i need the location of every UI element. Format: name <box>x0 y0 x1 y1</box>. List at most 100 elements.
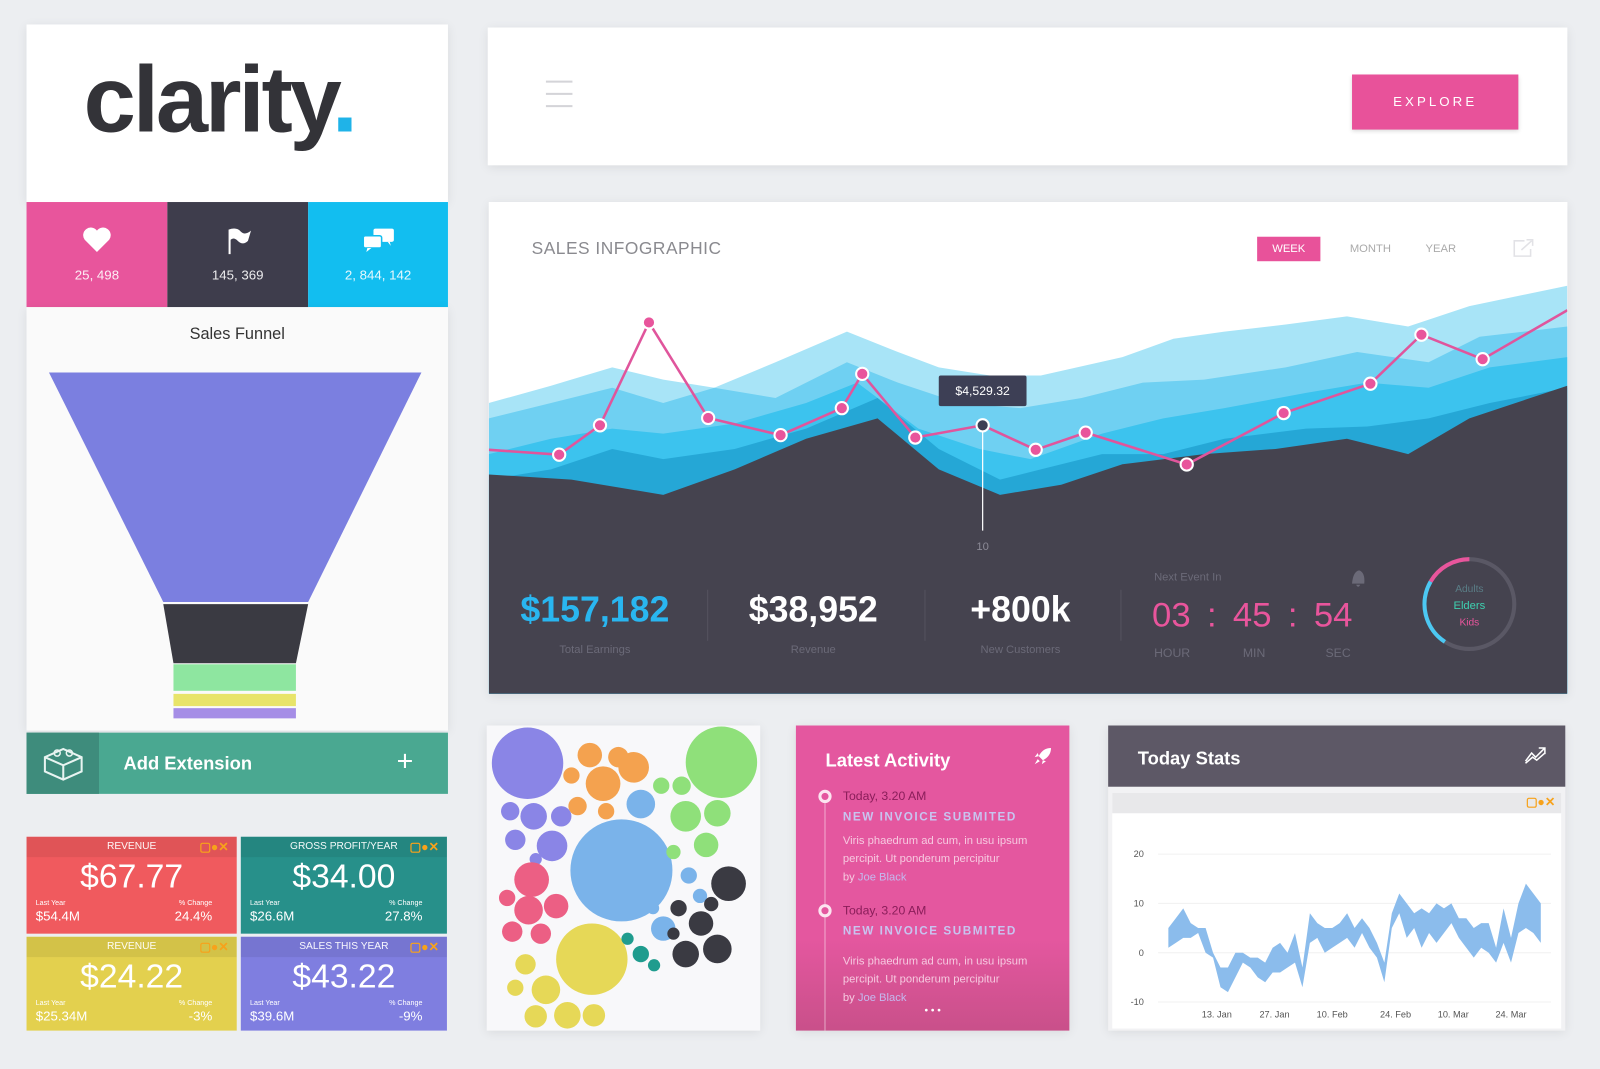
y-tick-label: -10 <box>1131 997 1144 1007</box>
counter-value: 25, 498 <box>74 267 120 283</box>
kpi-controls-icon[interactable]: ▢●✕ <box>199 840 228 854</box>
counter-likes[interactable]: 25, 498 <box>26 202 168 308</box>
bubble <box>585 766 621 802</box>
bubble <box>582 1004 606 1027</box>
sales-point <box>908 430 923 445</box>
activity-author[interactable]: Joe Black <box>858 992 907 1004</box>
share-icon[interactable] <box>1512 238 1534 258</box>
new-customers-value: +800k <box>970 589 1071 630</box>
today-stats-chart: 20 10 0 -10 13. Jan 27. Jan 10. Feb 24. Feb 10. … <box>1131 849 1552 1019</box>
today-stats-header: Today Stats <box>1108 725 1566 787</box>
sales-point <box>773 427 788 443</box>
new-customers-label: New Customers <box>980 643 1061 657</box>
bubble <box>577 742 603 768</box>
bubble <box>491 727 564 799</box>
donut-segment-adults <box>1422 580 1447 644</box>
kpi-controls-icon[interactable]: ▢●✕ <box>199 940 228 954</box>
activity-body: Viris phaedrum ad cum, in usu ipsum perc… <box>842 834 1028 884</box>
logo: clarity. <box>83 47 358 153</box>
kpi-tile[interactable]: SALES THIS YEAR ▢●✕ $43.22 Last Year $39… <box>240 936 447 1031</box>
activity-heading[interactable]: NEW INVOICE SUBMITED <box>843 811 1017 823</box>
counter-messages[interactable]: 2, 844, 142 <box>308 202 448 308</box>
bubble-chart <box>491 726 758 1029</box>
bubble <box>556 923 628 995</box>
flag-icon <box>228 228 252 255</box>
extension-icon <box>26 732 99 794</box>
kpi-controls-icon[interactable]: ▢●✕ <box>410 840 439 854</box>
kpi-change: 24.4% <box>174 908 213 924</box>
bubble <box>653 777 670 794</box>
today-stats-title: Today Stats <box>1137 747 1241 769</box>
sales-point <box>592 418 608 433</box>
logo-card: clarity. <box>26 24 448 203</box>
panel-controls-icon[interactable]: ▢●✕ <box>1526 795 1555 809</box>
tab-month[interactable]: MONTH <box>1342 237 1399 261</box>
bubble <box>667 927 680 940</box>
kpi-last-year-label: Last Year <box>35 999 66 1008</box>
kpi-last-year-label: Last Year <box>249 999 280 1008</box>
bubble-chart-card <box>486 725 761 1031</box>
bubble <box>568 796 587 816</box>
x-tick-label: 27. Jan <box>1259 1009 1289 1019</box>
activity-heading[interactable]: NEW INVOICE SUBMITED <box>843 926 1017 938</box>
divider <box>707 589 709 641</box>
total-earnings-label: Total Earnings <box>559 643 631 657</box>
bubble <box>514 862 549 897</box>
bubble <box>498 889 516 907</box>
sales-point <box>1078 425 1093 440</box>
kpi-change-label: % Change <box>389 999 423 1008</box>
bubble <box>502 921 523 942</box>
counter-flags[interactable]: 145, 369 <box>167 202 309 308</box>
funnel-stage-3 <box>173 664 296 691</box>
x-tick-label: 24. Feb <box>1380 1009 1411 1019</box>
explore-button[interactable]: EXPLORE <box>1352 74 1519 130</box>
revenue-label: Revenue <box>790 643 836 657</box>
sales-point <box>975 418 990 433</box>
bubble <box>515 954 536 975</box>
kpi-change: -3% <box>188 1008 213 1024</box>
total-earnings-value: $157,182 <box>520 589 670 630</box>
sales-point <box>701 410 716 426</box>
next-event-label: Next Event In <box>1154 571 1222 584</box>
x-tick-label: 10. Feb <box>1317 1009 1348 1019</box>
kpi-controls-icon[interactable]: ▢●✕ <box>410 940 439 954</box>
hamburger-menu-icon[interactable] <box>545 80 573 110</box>
bubble <box>626 789 656 819</box>
more-dots[interactable]: • • • <box>796 1005 1069 1016</box>
sales-point <box>552 447 567 462</box>
countdown-timer: 03:45:54 <box>1152 595 1353 635</box>
timeline-dot <box>818 789 832 804</box>
kpi-last-year: $25.34M <box>35 1008 88 1024</box>
today-stats-card: Today Stats ▢●✕ 20 10 0 -10 13. Jan 27. Jan 10… <box>1108 725 1566 1031</box>
sales-point <box>641 315 657 330</box>
add-extension-label: Add Extension <box>123 753 253 774</box>
bubble <box>688 911 714 936</box>
sales-point <box>1276 405 1291 421</box>
kpi-tile[interactable]: GROSS PROFIT/YEAR ▢●✕ $34.00 Last Year $… <box>240 836 447 934</box>
donut-label-elders: Elders <box>1453 600 1485 612</box>
bubble <box>647 959 661 972</box>
funnel-chart <box>48 372 422 719</box>
bubble <box>646 902 660 915</box>
kpi-tile[interactable]: REVENUE ▢●✕ $67.77 Last Year $54.4M % Ch… <box>26 836 237 934</box>
tab-week[interactable]: WEEK <box>1257 236 1321 262</box>
x-tick-label: 24. Mar <box>1495 1009 1526 1019</box>
bell-icon[interactable] <box>1348 567 1368 589</box>
bubble <box>514 895 543 925</box>
activity-author[interactable]: Joe Black <box>858 871 907 883</box>
kpi-last-year-label: Last Year <box>35 899 66 908</box>
bubble <box>524 1005 547 1028</box>
kpi-value: $43.22 <box>292 957 396 995</box>
add-extension-button[interactable]: Add Extension + <box>26 732 448 794</box>
kpi-tile[interactable]: REVENUE ▢●✕ $24.22 Last Year $25.34M % C… <box>26 936 237 1031</box>
tab-year[interactable]: YEAR <box>1417 237 1464 261</box>
counter-value: 2, 844, 142 <box>344 267 412 283</box>
kpi-change-label: % Change <box>389 899 423 908</box>
bubble <box>693 832 719 858</box>
funnel-stage-2 <box>163 604 309 664</box>
bubble <box>501 802 520 821</box>
divider <box>1120 589 1122 641</box>
marker-label: 10 <box>976 540 989 554</box>
donut-label-kids: Kids <box>1459 618 1479 629</box>
kpi-last-year-label: Last Year <box>249 899 280 908</box>
